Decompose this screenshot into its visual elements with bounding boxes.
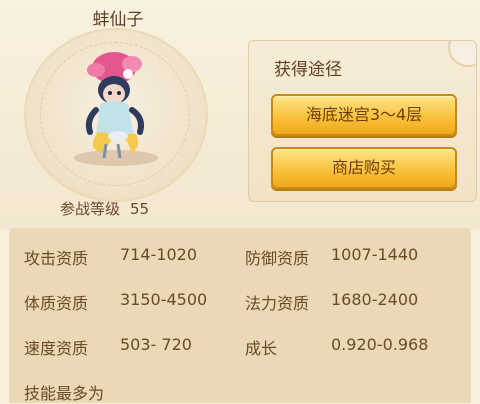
stat-magic: 法力资质 1680-2400 (245, 290, 418, 314)
stat-defense-label: 防御资质 (245, 249, 310, 268)
stat-physique-label: 体质资质 (24, 294, 89, 313)
stat-magic-label: 法力资质 (245, 294, 310, 313)
corner-ornament (448, 41, 476, 67)
seabed-maze-button[interactable]: 海底迷宫3～4层 (271, 94, 457, 136)
shop-buy-button[interactable]: 商店购买 (271, 147, 457, 189)
battle-level-value: 55 (130, 200, 150, 218)
battle-level-label: 参战等级 (60, 200, 121, 218)
stat-physique: 体质资质 3150-4500 (24, 290, 207, 314)
skills-max-title: 技能最多为 (24, 384, 105, 403)
stat-defense-value: 1007-1440 (331, 245, 419, 264)
stat-speed-label: 速度资质 (24, 339, 89, 358)
obtain-methods-title: 获得途径 (274, 60, 342, 80)
stat-speed: 速度资质 503- 720 (24, 335, 192, 359)
obtain-methods-panel: 获得途径 海底迷宫3～4层 商店购买 (248, 40, 477, 202)
stat-attack-label: 攻击资质 (24, 249, 89, 268)
pet-info-panel: 蚌仙子 参战等级 55 获得途径 海底迷宫3～4层 商店购买 (0, 0, 480, 230)
stat-physique-value: 3150-4500 (120, 290, 208, 309)
stat-growth: 成长 0.920-0.968 (245, 335, 428, 359)
stat-defense: 防御资质 1007-1440 (245, 245, 418, 269)
battle-level: 参战等级 55 (60, 198, 149, 219)
stat-magic-value: 1680-2400 (331, 290, 419, 309)
pet-portrait (74, 52, 158, 166)
stat-attack-value: 714-1020 (120, 245, 198, 264)
pet-name: 蚌仙子 (92, 10, 144, 30)
stat-growth-label: 成长 (245, 339, 278, 358)
stat-speed-value: 503- 720 (120, 335, 192, 354)
stat-attack: 攻击资质 714-1020 (24, 245, 197, 269)
aptitude-stats-panel: 攻击资质 714-1020 防御资质 1007-1440 体质资质 3150-4… (9, 228, 471, 403)
stat-growth-value: 0.920-0.968 (331, 335, 429, 354)
